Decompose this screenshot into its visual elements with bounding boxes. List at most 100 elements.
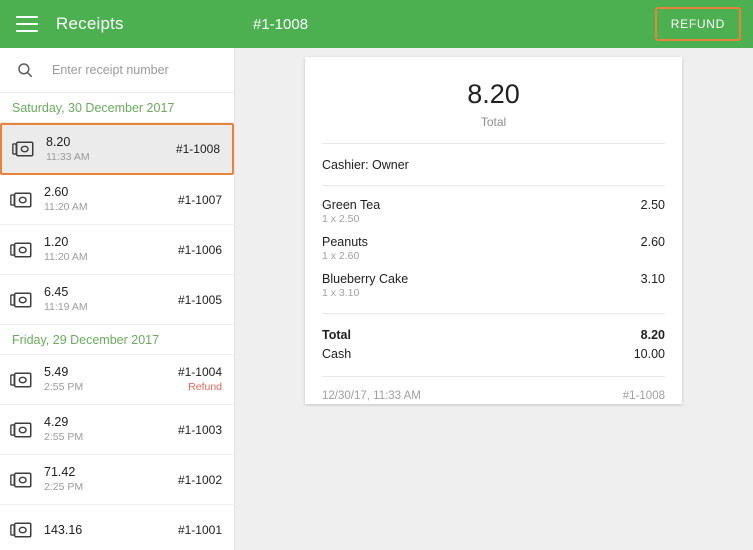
banknote-icon bbox=[10, 421, 32, 438]
summary-row: Total 8.20 bbox=[322, 326, 665, 345]
receipt-item-meta: #1-1002 bbox=[178, 472, 222, 488]
receipt-time: 2:55 PM bbox=[44, 381, 84, 393]
receipt-detail-title: #1-1008 bbox=[253, 15, 309, 33]
receipt-item-main: 8.20 11:33 AM bbox=[46, 134, 176, 165]
receipt-amount: 71.42 bbox=[44, 465, 76, 479]
line-item-name: Green Tea bbox=[322, 198, 381, 212]
receipt-list-item[interactable]: 5.49 2:55 PM #1-1004 Refund bbox=[0, 355, 234, 405]
receipt-amount: 6.45 bbox=[44, 285, 69, 299]
receipt-time: 11:33 AM bbox=[46, 150, 90, 163]
search-input[interactable] bbox=[52, 63, 222, 77]
banknote-icon bbox=[10, 291, 32, 308]
receipt-item-meta: #1-1001 bbox=[178, 522, 222, 538]
top-app-bar: Receipts #1-1008 REFUND bbox=[0, 0, 753, 48]
receipt-card: 8.20 Total Cashier: Owner Green Tea 2.50 1… bbox=[305, 57, 682, 404]
footer-datetime: 12/30/17, 11:33 AM bbox=[322, 390, 421, 402]
receipt-list[interactable]: Saturday, 30 December 2017 8.20 11:33 AM #1… bbox=[0, 93, 234, 550]
receipt-list-item[interactable]: 2.60 11:20 AM #1-1007 bbox=[0, 175, 234, 225]
line-item-name: Peanuts bbox=[322, 235, 368, 249]
receipt-item-meta: #1-1006 bbox=[178, 242, 222, 258]
totals-section: Total 8.20 Cash 10.00 bbox=[305, 314, 682, 376]
receipt-item-meta: #1-1004 Refund bbox=[178, 364, 222, 395]
topbar-right-section: #1-1008 REFUND bbox=[235, 0, 753, 48]
line-item: Green Tea 2.50 1 x 2.50 bbox=[322, 198, 665, 225]
card-total-label: Total bbox=[480, 115, 507, 129]
line-item: Blueberry Cake 3.10 1 x 3.10 bbox=[322, 272, 665, 299]
refund-button[interactable]: REFUND bbox=[657, 9, 739, 39]
receipts-app: Receipts #1-1008 REFUND Saturday, 30 Dec… bbox=[0, 0, 753, 550]
banknote-icon bbox=[10, 241, 32, 258]
receipts-sidebar: Saturday, 30 December 20178.2011:33 AM#1… bbox=[0, 48, 235, 550]
date-group-header: Saturday, 30 December 2017 bbox=[0, 93, 234, 123]
banknote-icon bbox=[10, 371, 32, 388]
receipt-list-item[interactable]: 143.16 #1-1001 bbox=[0, 505, 234, 550]
date-group-header: Friday, 29 December 2017 bbox=[0, 325, 234, 355]
receipt-time: 11:20 AM bbox=[44, 251, 88, 263]
receipt-amount: 143.16 bbox=[44, 522, 83, 537]
receipt-number: #1-1005 bbox=[177, 292, 222, 307]
line-item-row: Blueberry Cake 3.10 bbox=[322, 272, 665, 286]
receipt-amount: 1.20 bbox=[44, 235, 69, 249]
card-total-amount: 8.20 bbox=[467, 79, 520, 109]
receipt-item-main: 1.20 11:20 AM bbox=[44, 234, 178, 265]
receipt-amount: 5.49 bbox=[44, 365, 69, 379]
summary-label: Cash bbox=[322, 347, 352, 361]
receipt-item-meta: #1-1005 bbox=[178, 292, 222, 308]
receipt-list-item[interactable]: 6.45 11:19 AM #1-1005 bbox=[0, 275, 234, 325]
receipt-number: #1-1004 bbox=[177, 365, 222, 379]
line-item-row: Peanuts 2.60 bbox=[322, 235, 665, 249]
card-total-section: 8.20 Total bbox=[305, 57, 682, 143]
receipt-amount: 8.20 bbox=[46, 134, 71, 149]
receipt-time: 2:55 PM bbox=[44, 431, 84, 443]
banknote-icon bbox=[10, 521, 32, 538]
receipt-time: 11:20 AM bbox=[44, 201, 88, 213]
line-item-name: Blueberry Cake bbox=[322, 272, 409, 286]
receipt-item-main: 2.60 11:20 AM bbox=[44, 184, 178, 215]
line-item: Peanuts 2.60 1 x 2.60 bbox=[322, 235, 665, 262]
search-bar[interactable] bbox=[0, 48, 234, 93]
receipt-number: #1-1003 bbox=[177, 422, 222, 437]
banknote-icon bbox=[10, 471, 32, 488]
receipt-number: #1-1001 bbox=[177, 522, 222, 537]
receipt-status-badge: Refund bbox=[188, 381, 222, 393]
receipt-item-main: 6.45 11:19 AM bbox=[44, 284, 178, 315]
receipt-item-meta: #1-1003 bbox=[178, 422, 222, 438]
line-item-price: 3.10 bbox=[640, 272, 665, 286]
line-item-quantity: 1 x 2.60 bbox=[322, 250, 360, 262]
card-footer: 12/30/17, 11:33 AM #1-1008 bbox=[305, 377, 682, 402]
summary-label: Total bbox=[322, 328, 351, 342]
line-items: Green Tea 2.50 1 x 2.50 Peanuts 2.60 1 x 2.60… bbox=[305, 186, 682, 313]
search-icon bbox=[18, 63, 33, 78]
receipt-item-meta: #1-1008 bbox=[176, 141, 220, 157]
receipt-amount: 4.29 bbox=[44, 415, 69, 429]
receipt-amount: 2.60 bbox=[44, 185, 69, 199]
receipt-number: #1-1007 bbox=[177, 192, 222, 207]
receipt-list-item-selected[interactable]: 8.20 11:33 AM #1-1008 bbox=[0, 123, 234, 175]
line-item-price: 2.60 bbox=[640, 235, 665, 249]
cashier-row: Cashier: Owner bbox=[322, 158, 409, 172]
receipt-item-main: 4.29 2:55 PM bbox=[44, 414, 178, 445]
banknote-icon bbox=[12, 141, 34, 157]
line-item-quantity: 1 x 3.10 bbox=[322, 287, 360, 299]
receipt-number: #1-1006 bbox=[177, 242, 222, 257]
summary-value: 8.20 bbox=[640, 328, 665, 342]
receipt-list-item[interactable]: 71.42 2:25 PM #1-1002 bbox=[0, 455, 234, 505]
receipt-item-meta: #1-1007 bbox=[178, 192, 222, 208]
receipt-item-main: 143.16 bbox=[44, 522, 178, 538]
summary-row: Cash 10.00 bbox=[322, 345, 665, 364]
line-item-price: 2.50 bbox=[640, 198, 665, 212]
refund-button-highlight: REFUND bbox=[654, 7, 741, 41]
receipt-list-item[interactable]: 1.20 11:20 AM #1-1006 bbox=[0, 225, 234, 275]
topbar-left-section: Receipts bbox=[0, 0, 235, 48]
app-title: Receipts bbox=[56, 14, 124, 33]
receipt-time: 11:19 AM bbox=[44, 301, 88, 313]
receipt-time: 2:25 PM bbox=[44, 481, 84, 493]
line-item-quantity: 1 x 2.50 bbox=[322, 213, 360, 225]
receipt-item-main: 5.49 2:55 PM bbox=[44, 364, 178, 395]
receipt-number: #1-1002 bbox=[177, 472, 222, 487]
footer-receipt-number: #1-1008 bbox=[622, 390, 665, 402]
receipt-list-item[interactable]: 4.29 2:55 PM #1-1003 bbox=[0, 405, 234, 455]
hamburger-menu-icon[interactable] bbox=[16, 16, 38, 32]
summary-value: 10.00 bbox=[633, 347, 665, 361]
receipt-item-main: 71.42 2:25 PM bbox=[44, 464, 178, 495]
